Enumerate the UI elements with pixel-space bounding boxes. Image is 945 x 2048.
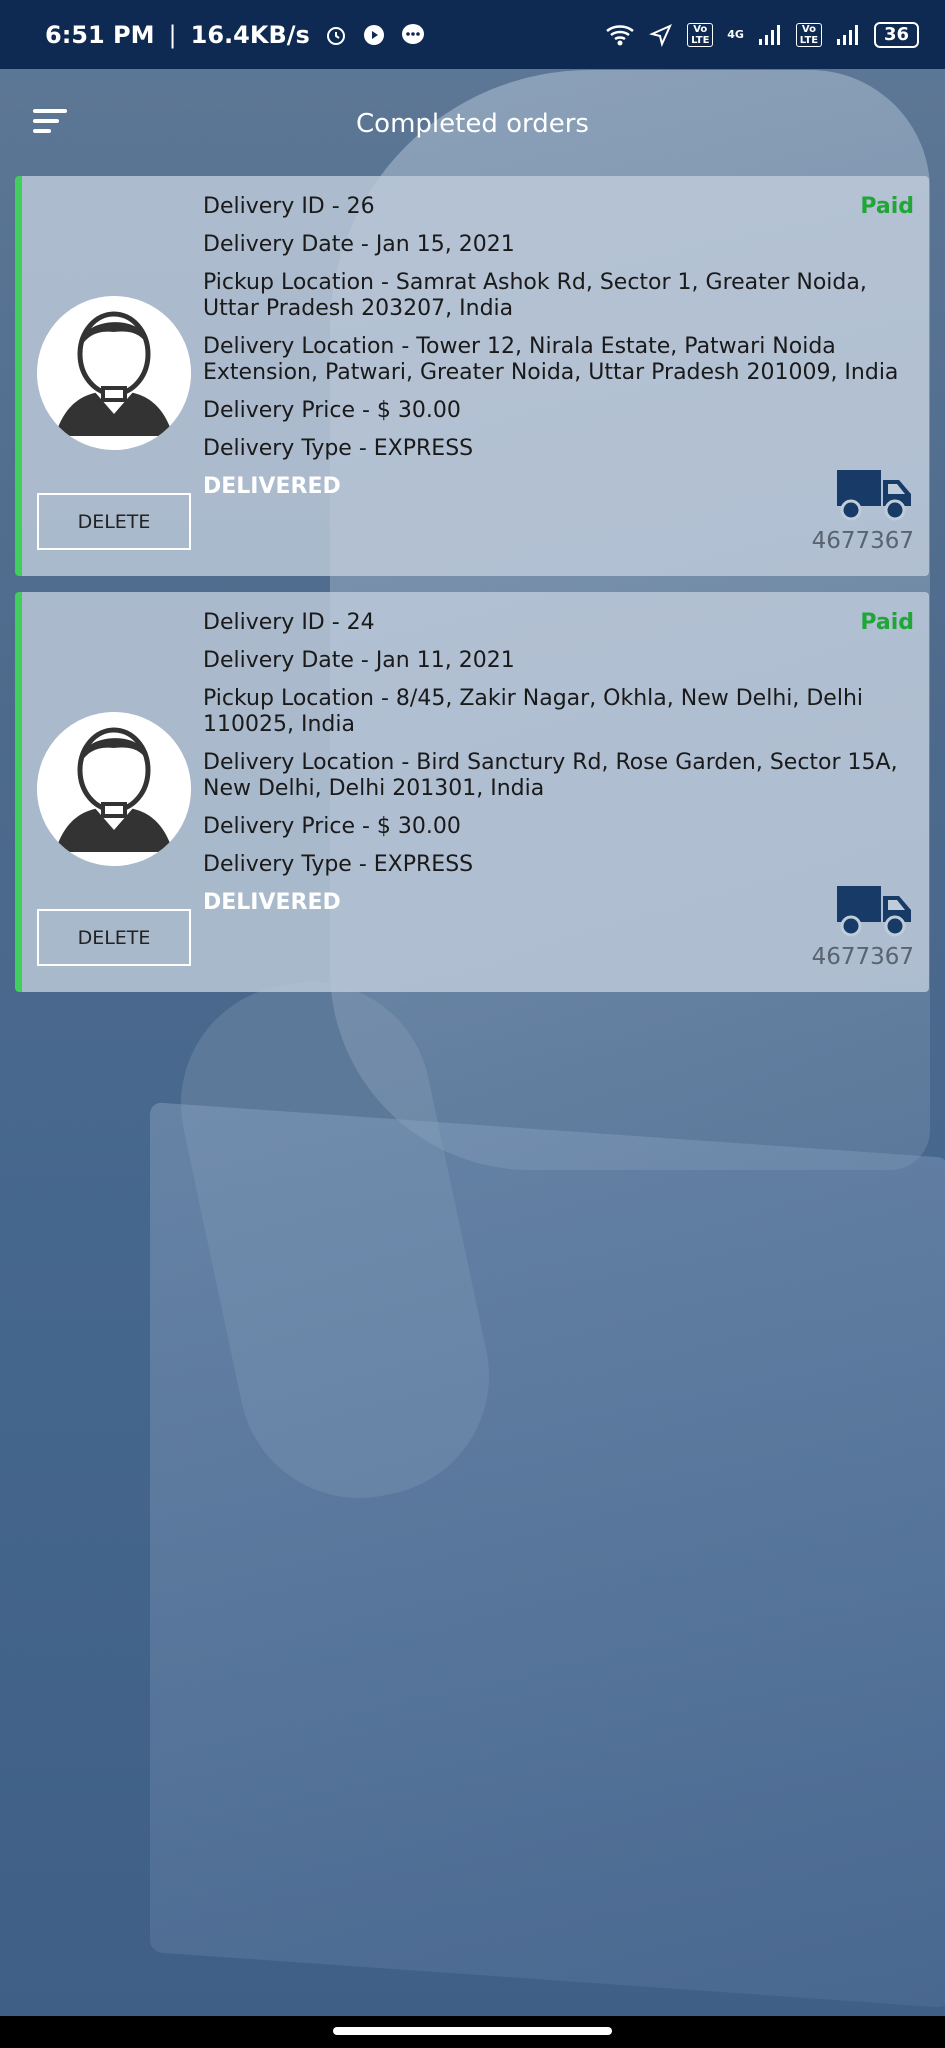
signal-icon-2 [836, 24, 860, 46]
play-icon [362, 23, 386, 47]
app-header: Completed orders [0, 69, 945, 179]
order-card[interactable]: DELETE Delivery ID - 24 Delivery Date - … [15, 592, 929, 992]
delivery-price: Delivery Price - $ 30.00 [203, 398, 461, 423]
battery-indicator: 36 [873, 21, 919, 48]
delivery-type: Delivery Type - EXPRESS [203, 436, 474, 461]
tracking-number: 4677367 [811, 528, 914, 554]
menu-icon[interactable] [33, 109, 67, 137]
message-icon [400, 23, 426, 47]
pickup-location: Pickup Location - 8/45, Zakir Nagar, Okh… [203, 686, 864, 737]
delivery-id: Delivery ID - 24 [203, 610, 375, 635]
delivery-price: Delivery Price - $ 30.00 [203, 814, 461, 839]
payment-status: Paid [860, 610, 914, 635]
order-card[interactable]: DELETE Delivery ID - 26 Delivery Date - … [15, 176, 929, 576]
location-arrow-icon [649, 23, 673, 47]
system-nav-bar [0, 2016, 945, 2048]
status-divider: | [168, 20, 177, 49]
delivery-status: DELIVERED [203, 474, 341, 499]
volte-badge-1: Vo LTE [687, 22, 714, 47]
avatar-icon [37, 712, 191, 866]
order-details: Delivery ID - 24 Delivery Date - Jan 11,… [203, 610, 903, 928]
signal-icon-1 [758, 24, 782, 46]
delivery-date: Delivery Date - Jan 11, 2021 [203, 648, 515, 673]
alarm-icon [324, 23, 348, 47]
status-time: 6:51 PM [45, 20, 155, 49]
status-bar: 6:51 PM | 16.4KB/s Vo LTE 4G Vo LTE 36 [0, 0, 945, 69]
pickup-location: Pickup Location - Samrat Ashok Rd, Secto… [203, 270, 867, 321]
status-right: Vo LTE 4G Vo LTE 36 [605, 21, 919, 48]
order-details: Delivery ID - 26 Delivery Date - Jan 15,… [203, 194, 903, 512]
background-courier-arm [158, 959, 512, 1521]
delivery-location: Delivery Location - Bird Sanctury Rd, Ro… [203, 750, 898, 801]
delivery-status: DELIVERED [203, 890, 341, 915]
delete-button[interactable]: DELETE [37, 909, 191, 966]
delivery-location: Delivery Location - Tower 12, Nirala Est… [203, 334, 899, 385]
delivery-id: Delivery ID - 26 [203, 194, 375, 219]
truck-icon [835, 468, 913, 522]
home-gesture-handle[interactable] [333, 2027, 612, 2035]
volte-badge-2: Vo LTE [795, 22, 822, 47]
wifi-icon [605, 23, 635, 47]
status-left: 6:51 PM | 16.4KB/s [45, 21, 426, 49]
truck-icon [835, 884, 913, 938]
payment-status: Paid [860, 194, 914, 219]
delivery-type: Delivery Type - EXPRESS [203, 852, 474, 877]
status-speed: 16.4KB/s [190, 20, 310, 49]
page-title: Completed orders [356, 109, 589, 139]
delete-button[interactable]: DELETE [37, 493, 191, 550]
background-parcel-box [150, 1102, 945, 2008]
network-type: 4G [727, 28, 744, 41]
delivery-date: Delivery Date - Jan 15, 2021 [203, 232, 515, 257]
avatar-icon [37, 296, 191, 450]
tracking-number: 4677367 [811, 944, 914, 970]
